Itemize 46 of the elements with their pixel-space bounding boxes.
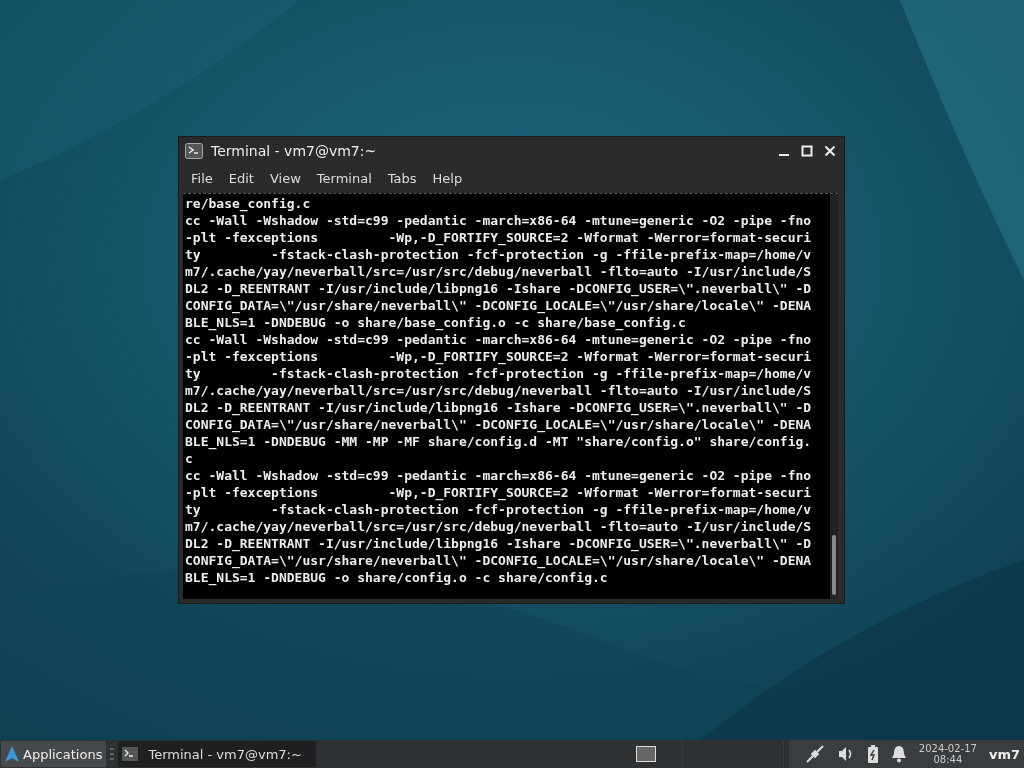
menu-item[interactable]: Help [432, 170, 471, 186]
workspace-switcher[interactable] [635, 746, 656, 762]
maximize-icon[interactable] [801, 145, 813, 157]
applications-button[interactable]: Applications [1, 741, 107, 767]
terminal-line: BLE_NLS=1 -DNDEBUG -o share/config.o -c share/config.c [185, 569, 609, 586]
terminal-line: ty -fstack-clash-protection -fcf-protection -g -ffile-prefix-map=/home/v [185, 246, 813, 263]
terminal-line: re/base_config.c [185, 195, 312, 212]
terminal-line: ty -fstack-clash-protection -fcf-protection -g -ffile-prefix-map=/home/v [185, 501, 813, 518]
clock-time[interactable]: 08:44 [933, 754, 963, 765]
terminal-line: -plt -fexceptions -Wp,-D_FORTIFY_SOURCE=2 -Wformat -Werror=format-securi [185, 484, 813, 501]
terminal-line: m7/.cache/yay/neverball/src=/usr/src/debug/neverball -flto=auto -I/usr/include/S [185, 382, 813, 399]
close-icon[interactable] [824, 145, 836, 157]
terminal-line: -plt -fexceptions -Wp,-D_FORTIFY_SOURCE=2 -Wformat -Werror=format-securi [185, 348, 813, 365]
terminal-line: DL2 -D_REENTRANT -I/usr/include/libpng16 -Ishare -DCONFIG_USER=\".neverball\" -D [185, 280, 813, 297]
menu-item[interactable]: Tabs [387, 170, 425, 186]
terminal-line: c [185, 450, 194, 467]
handle-icon[interactable] [110, 747, 115, 761]
terminal-line: m7/.cache/yay/neverball/src=/usr/src/debug/neverball -flto=auto -I/usr/include/S [185, 518, 813, 535]
scrollbar[interactable] [830, 194, 838, 599]
menu-item[interactable]: File [191, 170, 221, 186]
menu-item[interactable]: View [269, 170, 309, 186]
terminal-line: BLE_NLS=1 -DNDEBUG -o share/base_config.o -c share/base_config.c [185, 314, 687, 331]
logo-icon [5, 746, 19, 762]
menu-item[interactable]: Terminal [316, 170, 380, 186]
terminal-icon [122, 747, 139, 761]
terminal-line: CONFIG_DATA=\"/usr/share/neverball\" -DCONFIG_LOCALE=\"/usr/share/locale\" -DENA [185, 297, 813, 314]
window-title: Terminal - vm7@vm7:~ [211, 143, 378, 159]
terminal-line: ty -fstack-clash-protection -fcf-protection -g -ffile-prefix-map=/home/v [185, 365, 813, 382]
terminal-line: BLE_NLS=1 -DNDEBUG -MM -MP -MF share/config.d -MT "share/config.o" share/config. [185, 433, 813, 450]
user-name[interactable]: vm7 [988, 746, 1020, 762]
menu-item[interactable]: Edit [228, 170, 262, 186]
task-button[interactable]: Terminal - vm7@vm7:~ [118, 741, 316, 767]
terminal-line: m7/.cache/yay/neverball/src=/usr/src/debug/neverball -flto=auto -I/usr/include/S [185, 263, 813, 280]
clock-date[interactable]: 2024-02-17 [918, 743, 977, 754]
terminal-line: -plt -fexceptions -Wp,-D_FORTIFY_SOURCE=2 -Wformat -Werror=format-securi [185, 229, 813, 246]
plug-icon[interactable] [804, 744, 825, 764]
terminal-line: cc -Wall -Wshadow -std=c99 -pedantic -march=x86-64 -mtune=generic -O2 -pipe -fno [185, 331, 813, 348]
terminal-line: cc -Wall -Wshadow -std=c99 -pedantic -march=x86-64 -mtune=generic -O2 -pipe -fno [185, 467, 813, 484]
terminal-line: CONFIG_DATA=\"/usr/share/neverball\" -DCONFIG_LOCALE=\"/usr/share/locale\" -DENA [185, 552, 813, 569]
terminal-line: CONFIG_DATA=\"/usr/share/neverball\" -DCONFIG_LOCALE=\"/usr/share/locale\" -DENA [185, 416, 813, 433]
bell-icon[interactable] [890, 745, 907, 763]
terminal-line: DL2 -D_REENTRANT -I/usr/include/libpng16 -Ishare -DCONFIG_USER=\".neverball\" -D [185, 399, 813, 416]
terminal-line: DL2 -D_REENTRANT -I/usr/include/libpng16 -Ishare -DCONFIG_USER=\".neverball\" -D [185, 535, 813, 552]
battery-icon[interactable] [866, 745, 879, 763]
terminal-line: cc -Wall -Wshadow -std=c99 -pedantic -march=x86-64 -mtune=generic -O2 -pipe -fno [185, 212, 813, 229]
terminal-icon [185, 143, 203, 159]
